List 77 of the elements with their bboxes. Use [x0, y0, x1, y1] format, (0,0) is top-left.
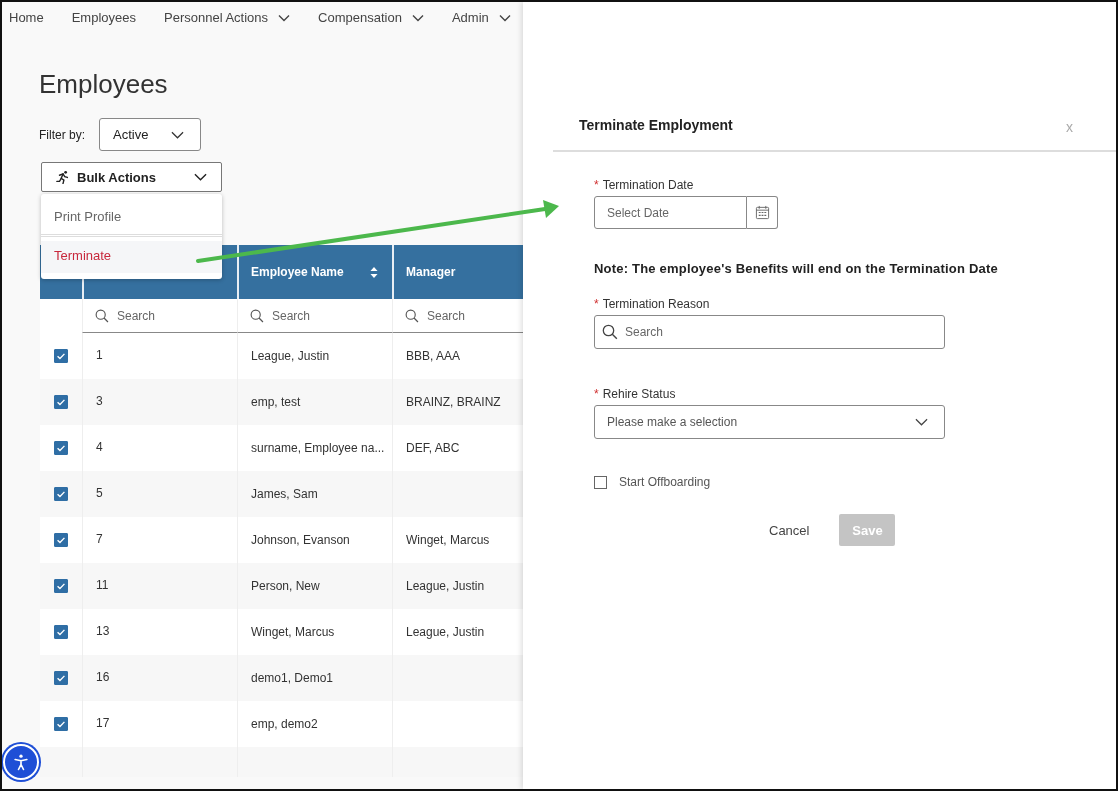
search-field[interactable]: Search — [117, 308, 207, 323]
calendar-icon — [754, 205, 770, 220]
accessibility-button[interactable] — [3, 744, 39, 780]
caret-icon — [915, 418, 928, 426]
search-icon — [602, 324, 618, 340]
cancel-button[interactable]: Cancel — [759, 514, 820, 546]
checkbox-label: Start Offboarding — [619, 475, 711, 489]
filter-label: Filter by: — [39, 127, 85, 142]
date-field[interactable]: Select Date — [594, 196, 747, 229]
checkbox[interactable] — [594, 475, 607, 489]
table-cell: 7 — [96, 531, 103, 546]
table-cell: 5 — [96, 485, 103, 500]
caret-icon — [194, 173, 207, 181]
required-mark: * — [594, 297, 599, 313]
table-cell: Winget, Marcus — [406, 533, 490, 547]
row-checkbox[interactable] — [54, 395, 68, 409]
row-checkbox[interactable] — [54, 579, 68, 593]
nav-link[interactable]: Employees — [71, 7, 136, 28]
nav-link[interactable]: Compensation — [318, 7, 424, 28]
search-field[interactable]: Search — [272, 308, 362, 323]
table-cell: 3 — [96, 393, 103, 408]
table-cell: League, Justin — [406, 579, 485, 593]
select-field[interactable]: Please make a selection — [594, 405, 945, 439]
row-checkbox[interactable] — [54, 671, 68, 685]
table-cell: League, Justin — [406, 625, 485, 639]
caret-icon — [171, 130, 184, 139]
table-cell: surname, Employee na... — [251, 441, 385, 455]
table-cell: League, Justin — [251, 349, 330, 363]
table-cell: BRAINZ, BRAINZ — [406, 395, 501, 409]
caret-icon — [498, 13, 511, 22]
table-cell: emp, test — [251, 395, 301, 409]
menu-item[interactable]: Terminate — [41, 241, 222, 273]
table-cell: 17 — [96, 715, 110, 730]
table-cell: 4 — [96, 439, 103, 454]
table-cell: BBB, AAA — [406, 349, 461, 363]
accessibility-icon — [11, 752, 31, 772]
panel-title: Terminate Employment — [579, 117, 733, 133]
search-icon — [95, 308, 109, 323]
nav-link[interactable]: Personnel Actions — [164, 7, 291, 28]
sort-icon — [370, 266, 378, 278]
table-cell: Winget, Marcus — [251, 625, 335, 639]
row-checkbox[interactable] — [54, 533, 68, 547]
nav-link[interactable]: Home — [9, 7, 44, 28]
row-checkbox[interactable] — [54, 349, 68, 363]
note-text: Note: The employee's Benefits will end on the Termination Date — [594, 261, 999, 277]
bulk-actions-button[interactable]: Bulk Actions — [41, 162, 222, 192]
table-cell: demo1, Demo1 — [251, 671, 334, 685]
row-checkbox[interactable] — [54, 625, 68, 639]
search-icon — [405, 308, 419, 323]
field-label: Termination Reason — [602, 297, 710, 313]
search-field[interactable]: Search — [594, 315, 945, 349]
table-cell: 13 — [96, 623, 110, 638]
caret-icon — [278, 13, 291, 22]
running-person-icon — [56, 170, 70, 184]
table-cell: emp, demo2 — [251, 717, 318, 731]
search-icon — [250, 308, 264, 323]
calendar-button[interactable] — [747, 196, 778, 229]
search-field[interactable]: Search — [427, 308, 517, 323]
table-cell: Johnson, Evanson — [251, 533, 350, 547]
table-cell: James, Sam — [251, 487, 318, 501]
row-checkbox[interactable] — [54, 717, 68, 731]
nav-link[interactable]: Admin — [451, 7, 511, 28]
page-title: Employees — [39, 69, 169, 99]
row-checkbox[interactable] — [54, 487, 68, 501]
caret-icon — [411, 13, 424, 22]
table-cell: DEF, ABC — [406, 441, 460, 455]
filter-select[interactable]: Active — [99, 118, 201, 151]
table-cell: 16 — [96, 669, 110, 684]
required-mark: * — [594, 178, 599, 194]
row-checkbox[interactable] — [54, 441, 68, 455]
table-cell: Person, New — [251, 579, 320, 593]
table-cell: 11 — [96, 577, 109, 592]
menu-item[interactable]: Print Profile — [41, 204, 222, 237]
field-label: Rehire Status — [602, 387, 676, 403]
field-label: Termination Date — [602, 178, 694, 194]
table-cell: 1 — [96, 347, 103, 362]
required-mark: * — [594, 387, 599, 403]
